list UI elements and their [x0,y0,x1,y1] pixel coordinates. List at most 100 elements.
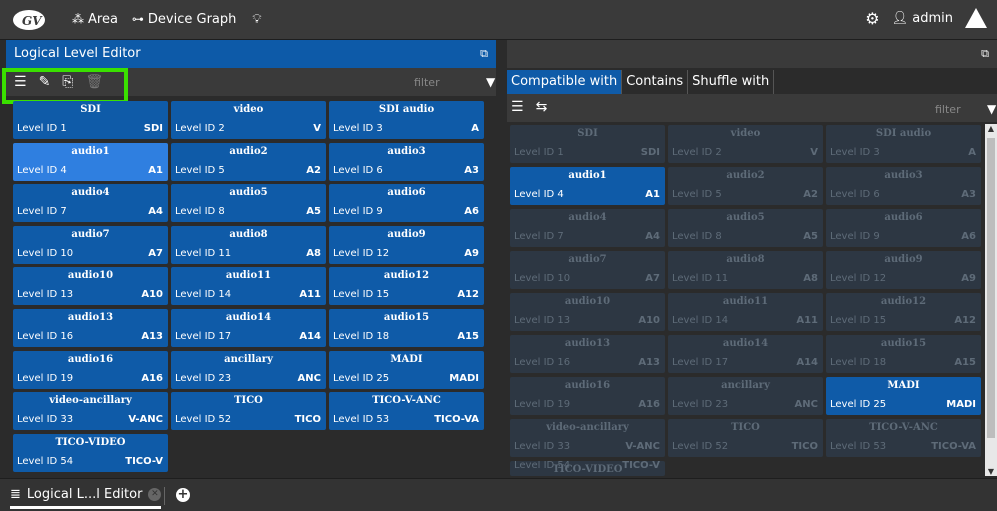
grass-valley-logo-icon[interactable]: GV [12,8,46,32]
list-icon[interactable]: ☰ [511,99,524,115]
tab-shuffle-with[interactable]: Shuffle with [688,70,775,94]
right-level-cell[interactable]: video Level ID 2 V [668,125,823,163]
left-level-cell[interactable]: audio10 Level ID 13 A10 [13,267,168,306]
right-level-cell[interactable]: audio6 Level ID 9 A6 [826,209,981,247]
level-id: Level ID 3 [830,147,880,158]
left-level-cell[interactable]: audio11 Level ID 14 A11 [171,267,326,306]
level-id: Level ID 23 [175,372,232,384]
left-level-cell[interactable]: audio12 Level ID 15 A12 [329,267,484,306]
copy-icon[interactable]: ⎘ [62,74,73,90]
left-level-cell[interactable]: audio4 Level ID 7 A4 [13,184,168,223]
left-level-cell[interactable]: audio5 Level ID 8 A5 [171,184,326,223]
level-abbreviation: TICO-VA [434,414,479,426]
delete-icon[interactable]: 🗑︎ [86,74,104,90]
lightbulb-icon[interactable]: 💡︎ [252,12,261,27]
level-name: SDI audio [875,128,932,139]
right-level-cell[interactable]: audio3 Level ID 6 A3 [826,167,981,205]
right-level-cell[interactable]: audio15 Level ID 18 A15 [826,335,981,373]
left-level-cell[interactable]: audio14 Level ID 17 A14 [171,309,326,347]
left-level-cell[interactable]: TICO Level ID 52 TICO [171,392,326,431]
scroll-thumb[interactable] [987,138,995,438]
right-level-cell[interactable]: TICO-V-ANC Level ID 53 TICO-VA [826,419,981,457]
left-level-cell[interactable]: audio7 Level ID 10 A7 [13,225,168,264]
left-level-cell[interactable]: audio6 Level ID 9 A6 [329,184,484,223]
left-level-cell[interactable]: SDI audio Level ID 3 A [329,101,484,139]
popout-icon[interactable]: ⧉ [981,47,989,61]
left-level-cell[interactable]: audio15 Level ID 18 A15 [329,309,484,347]
right-level-cell[interactable]: TICO Level ID 52 TICO [668,419,823,457]
toolbar-right-buttons: ☰ ⇆ [511,99,547,115]
warning-icon[interactable] [965,8,987,28]
left-level-cell[interactable]: ancillary Level ID 23 ANC [171,350,326,389]
scroll-down-icon[interactable]: ▼ [985,467,997,476]
filter-input-right[interactable]: filter [935,103,961,116]
left-level-cell[interactable]: audio8 Level ID 11 A8 [171,225,326,264]
right-level-cell[interactable]: audio11 Level ID 14 A11 [668,293,823,331]
user-menu[interactable]: 👤︎ admin [892,11,953,26]
left-level-cell[interactable]: audio2 Level ID 5 A2 [171,142,326,181]
level-name: audio8 [726,254,765,265]
right-level-cell[interactable]: MADI Level ID 25 MADI [826,377,981,415]
right-level-cell[interactable]: audio13 Level ID 16 A13 [510,335,665,373]
area-link[interactable]: ⁂ Area [72,12,118,27]
right-level-cell[interactable]: audio10 Level ID 13 A10 [510,293,665,331]
edit-icon[interactable]: ✎ [39,74,51,90]
filter-input[interactable]: filter [414,76,440,89]
left-level-cell[interactable]: video-ancillary Level ID 33 V-ANC [13,392,168,431]
left-level-cell[interactable]: audio13 Level ID 16 A13 [13,309,168,347]
level-id: Level ID 2 [175,123,225,134]
right-level-cell[interactable]: audio14 Level ID 17 A14 [668,335,823,373]
scroll-up-icon[interactable]: ▲ [985,124,997,133]
level-name: audio11 [225,270,272,282]
level-id: Level ID 14 [672,315,729,326]
right-level-cell[interactable]: SDI Level ID 1 SDI [510,125,665,163]
right-level-cell[interactable]: ancillary Level ID 23 ANC [668,377,823,415]
level-id: Level ID 17 [672,357,729,368]
level-abbreviation: A12 [457,289,479,301]
level-id: Level ID 2 [672,147,722,158]
right-level-cell[interactable]: audio16 Level ID 19 A16 [510,377,665,415]
level-name: audio12 [880,296,927,307]
right-level-cell[interactable]: audio9 Level ID 12 A9 [826,251,981,289]
right-level-cell[interactable]: TICO-VIDEO Level ID 54 TICO-V [510,461,665,476]
right-level-cell[interactable]: audio2 Level ID 5 A2 [668,167,823,205]
right-level-cell[interactable]: SDI audio Level ID 3 A [826,125,981,163]
left-level-cell[interactable]: audio3 Level ID 6 A3 [329,142,484,181]
left-level-cell[interactable]: audio16 Level ID 19 A16 [13,350,168,389]
left-level-cell[interactable]: audio1 Level ID 4 A1 [13,142,168,181]
level-abbreviation: TICO-VA [931,441,976,452]
left-level-cell[interactable]: TICO-V-ANC Level ID 53 TICO-VA [329,392,484,431]
close-icon[interactable]: ✕ [148,488,162,501]
left-level-cell[interactable]: TICO-VIDEO Level ID 54 TICO-V [13,433,168,472]
left-level-cell[interactable]: SDI Level ID 1 SDI [13,101,168,139]
left-level-cell[interactable]: video Level ID 2 V [171,101,326,139]
level-name: audio3 [387,145,426,157]
right-level-cell[interactable]: audio7 Level ID 10 A7 [510,251,665,289]
level-id: Level ID 10 [514,273,571,284]
filter-icon[interactable]: ▼ [486,75,495,89]
list-icon[interactable]: ☰ [14,74,27,90]
right-level-cell[interactable]: audio1 Level ID 4 A1 [510,167,665,205]
right-level-cell[interactable]: audio5 Level ID 8 A5 [668,209,823,247]
level-name: audio3 [884,170,923,181]
editor-tab[interactable]: ≣ Logical L...l Editor ✕ [10,485,162,509]
gear-icon[interactable]: ⚙ [865,9,879,28]
left-level-cell[interactable]: audio9 Level ID 12 A9 [329,225,484,264]
popout-icon[interactable]: ⧉ [480,47,488,61]
level-id: Level ID 1 [17,123,67,134]
tab-contains[interactable]: Contains [622,70,689,94]
swap-icon[interactable]: ⇆ [536,99,548,115]
left-level-cell[interactable]: MADI Level ID 25 MADI [329,350,484,389]
tab-compatible-with[interactable]: Compatible with [507,70,623,94]
scrollbar[interactable]: ▲ ▼ [985,124,997,476]
device-graph-link[interactable]: ⊶ Device Graph [132,12,236,27]
add-tab-icon[interactable]: + [176,488,190,502]
right-level-cell[interactable]: audio8 Level ID 11 A8 [668,251,823,289]
right-level-cell[interactable]: audio4 Level ID 7 A4 [510,209,665,247]
level-name: audio9 [884,254,923,265]
right-level-cell[interactable]: audio12 Level ID 15 A12 [826,293,981,331]
level-id: Level ID 53 [830,441,887,452]
right-level-cell[interactable]: video-ancillary Level ID 33 V-ANC [510,419,665,457]
level-abbreviation: A10 [141,289,163,301]
filter-icon[interactable]: ▼ [987,102,996,116]
